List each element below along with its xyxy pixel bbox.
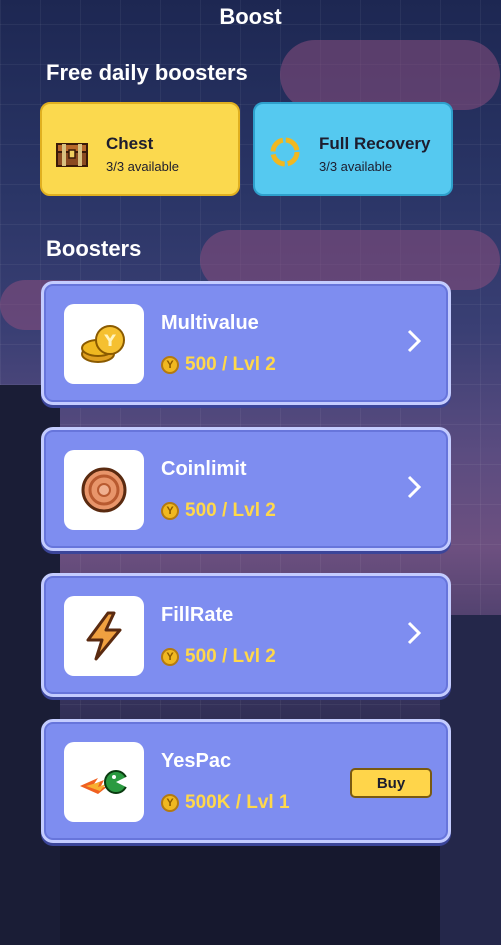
coin-icon: Y	[161, 356, 179, 374]
booster-icon-tile: Y	[64, 304, 144, 384]
price-label: 500 / Lvl 2	[185, 354, 276, 375]
booster-icon-tile	[64, 450, 144, 530]
background-building	[60, 835, 440, 945]
page-title: Boost	[219, 4, 282, 29]
booster-coinlimit[interactable]: Coinlimit Y 500 / Lvl 2	[41, 427, 451, 551]
boosters-heading: Boosters	[46, 236, 142, 261]
svg-text:Y: Y	[103, 331, 116, 350]
chest-card[interactable]: Chest 3/3 available	[40, 102, 240, 196]
full-recovery-label: Full Recovery	[319, 134, 431, 153]
booster-yespac[interactable]: YesPac Y 500K / Lvl 1 Buy	[41, 719, 451, 843]
coin-disc-icon	[81, 467, 127, 513]
buy-button[interactable]: Buy	[350, 768, 432, 798]
chest-icon	[56, 143, 88, 167]
booster-name: YesPac	[161, 750, 232, 772]
free-boosters-heading: Free daily boosters	[46, 60, 248, 85]
coin-icon: Y	[161, 794, 179, 812]
price-label: 500 / Lvl 2	[185, 646, 276, 667]
pacman-fire-icon	[80, 770, 128, 794]
chevron-right-icon[interactable]	[406, 620, 422, 646]
chest-availability: 3/3 available	[106, 159, 179, 174]
booster-name: Coinlimit	[161, 458, 247, 480]
price-label: 500K / Lvl 1	[185, 792, 290, 813]
background-cloud	[280, 40, 500, 110]
chest-label: Chest	[106, 134, 154, 153]
booster-fillrate[interactable]: FillRate Y 500 / Lvl 2	[41, 573, 451, 697]
full-recovery-availability: 3/3 available	[319, 159, 392, 174]
full-recovery-card[interactable]: Full Recovery 3/3 available	[253, 102, 453, 196]
booster-icon-tile	[64, 596, 144, 676]
recovery-icon	[270, 137, 300, 167]
booster-price: Y 500 / Lvl 2	[161, 353, 276, 377]
booster-multivalue[interactable]: Y Multivalue Y 500 / Lvl 2	[41, 281, 451, 405]
price-label: 500 / Lvl 2	[185, 500, 276, 521]
booster-price: Y 500 / Lvl 2	[161, 645, 276, 669]
booster-name: FillRate	[161, 604, 234, 626]
coin-icon: Y	[161, 648, 179, 666]
coins-icon: Y	[81, 325, 125, 363]
lightning-icon	[86, 611, 122, 661]
chevron-right-icon[interactable]	[406, 474, 422, 500]
booster-icon-tile	[64, 742, 144, 822]
booster-price: Y 500K / Lvl 1	[161, 791, 290, 815]
coin-icon: Y	[161, 502, 179, 520]
chevron-right-icon[interactable]	[406, 328, 422, 354]
booster-price: Y 500 / Lvl 2	[161, 499, 276, 523]
booster-name: Multivalue	[161, 312, 259, 334]
